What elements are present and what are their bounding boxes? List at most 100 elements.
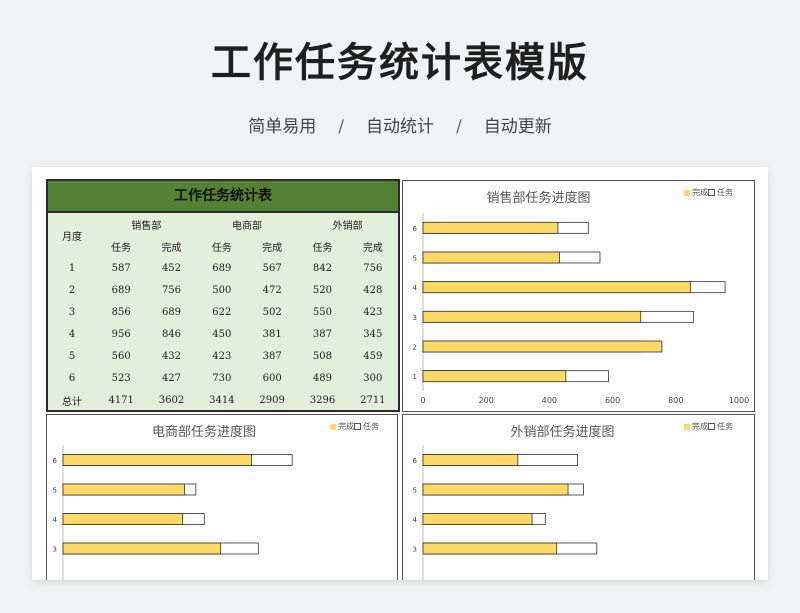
bar-done xyxy=(62,483,185,496)
category-label: 4 xyxy=(53,516,58,524)
value-cell: 756 xyxy=(161,284,182,296)
x-tick-label: 0 xyxy=(420,396,425,405)
chart-export: 外销部任务进度图 完成 任务 6543 xyxy=(402,414,755,580)
subtitle-separator: / xyxy=(338,117,344,137)
sub-header-done: 完成 xyxy=(262,242,283,254)
value-cell: 423 xyxy=(212,350,232,362)
value-cell: 956 xyxy=(111,328,131,340)
sub-header-task: 任务 xyxy=(211,242,232,254)
bar-done xyxy=(62,454,252,466)
task-table-grid: 月度 销售部 电商部 外销部 任务 完成 任务 完成 任务 完成 1 587 452… xyxy=(48,213,398,411)
table-row: 4 956 846 450 381 387 345 xyxy=(48,323,398,345)
task-table: 工作任务统计表 月度 销售部 电商部 外销部 任务 完成 任务 完成 任务 完成… xyxy=(46,179,400,412)
bar-done xyxy=(422,221,559,234)
value-cell: 523 xyxy=(111,372,131,384)
bar-done xyxy=(422,310,642,323)
value-cell: 856 xyxy=(111,306,131,318)
category-label: 6 xyxy=(53,457,58,465)
sub-header-task: 任务 xyxy=(111,242,132,254)
bar-done xyxy=(422,454,519,466)
value-cell: 689 xyxy=(161,306,182,318)
total-cell: 3414 xyxy=(209,394,235,406)
month-header: 月度 xyxy=(62,231,82,243)
category-label: 2 xyxy=(413,344,417,352)
sub-header-done: 完成 xyxy=(161,242,182,254)
bar-done xyxy=(422,370,567,383)
category-label: 1 xyxy=(413,373,417,381)
month-cell: 3 xyxy=(68,306,76,318)
x-tick-label: 600 xyxy=(605,396,620,405)
category-label: 5 xyxy=(413,487,417,495)
value-cell: 689 xyxy=(212,262,232,274)
chart-sales: 销售部任务进度图 完成 任务 6 5 4 3 2 1 0 200 400 600 800 1000 xyxy=(402,180,755,412)
value-cell: 452 xyxy=(161,262,182,274)
total-cell: 3602 xyxy=(158,394,185,406)
x-tick-label: 200 xyxy=(479,396,494,405)
page-title: 工作任务统计表模版 xyxy=(211,40,589,86)
subtitle-item: 自动更新 xyxy=(483,117,552,137)
value-cell: 450 xyxy=(212,328,232,340)
total-label: 总计 xyxy=(62,396,82,408)
value-cell: 560 xyxy=(111,350,131,362)
spreadsheet-area: 工作任务统计表 月度 销售部 电商部 外销部 任务 完成 任务 完成 任务 完成… xyxy=(32,167,768,580)
dept-header-ecommerce: 电商部 xyxy=(231,220,262,232)
dept-header-sales: 销售部 xyxy=(131,220,162,232)
table-row: 2 689 756 500 472 520 428 xyxy=(48,279,398,301)
bar-done xyxy=(422,251,560,264)
total-cell: 3296 xyxy=(309,394,336,406)
dept-header-export: 外销部 xyxy=(332,220,363,232)
value-cell: 459 xyxy=(363,350,383,362)
value-cell: 567 xyxy=(262,262,282,274)
month-cell: 2 xyxy=(68,284,76,296)
table-row: 6 523 427 730 600 489 300 xyxy=(48,367,398,389)
total-cell: 4171 xyxy=(108,394,134,406)
month-cell: 5 xyxy=(68,350,76,362)
table-row: 3 856 689 622 502 550 423 xyxy=(48,301,398,323)
chart-sales-plot: 6 5 4 3 2 1 0 200 400 600 800 1000 xyxy=(413,213,749,405)
category-label: 6 xyxy=(413,225,418,233)
table-row: 5 560 432 423 387 508 459 xyxy=(48,345,398,367)
category-label: 3 xyxy=(413,546,417,554)
value-cell: 423 xyxy=(363,306,383,318)
value-cell: 520 xyxy=(312,284,333,296)
bar-done xyxy=(422,340,663,353)
value-cell: 502 xyxy=(262,306,282,318)
value-cell: 489 xyxy=(312,372,333,384)
bar-done xyxy=(422,513,533,525)
sub-header-done: 完成 xyxy=(362,242,383,254)
value-cell: 472 xyxy=(262,284,282,296)
value-cell: 842 xyxy=(312,262,333,274)
subtitle-separator: / xyxy=(456,117,462,137)
value-cell: 387 xyxy=(262,350,282,362)
x-tick-label: 800 xyxy=(668,396,683,405)
category-label: 3 xyxy=(413,314,417,322)
value-cell: 427 xyxy=(161,372,182,384)
page-subtitle: 简单易用 / 自动统计 / 自动更新 xyxy=(0,112,800,137)
value-cell: 381 xyxy=(262,328,282,340)
month-cell: 1 xyxy=(68,262,76,274)
category-label: 5 xyxy=(413,255,417,263)
value-cell: 730 xyxy=(212,372,232,384)
bar-done xyxy=(62,513,184,525)
value-cell: 600 xyxy=(262,372,282,384)
value-cell: 432 xyxy=(161,350,182,362)
subtitle-item: 简单易用 xyxy=(248,117,317,137)
subtitle-item: 自动统计 xyxy=(366,117,434,137)
value-cell: 428 xyxy=(363,284,383,296)
value-cell: 689 xyxy=(111,284,131,296)
value-cell: 756 xyxy=(363,262,383,274)
month-cell: 6 xyxy=(68,372,76,384)
value-cell: 300 xyxy=(363,372,383,384)
category-label: 4 xyxy=(413,284,418,292)
chart-export-plot: 6 5 4 3 xyxy=(413,445,598,580)
total-cell: 2909 xyxy=(259,394,285,406)
x-tick-label: 1000 xyxy=(729,396,749,405)
category-label: 5 xyxy=(53,487,57,495)
value-cell: 587 xyxy=(111,262,131,274)
value-cell: 508 xyxy=(312,350,333,362)
bar-done xyxy=(422,483,569,496)
table-row: 1 587 452 689 567 842 756 xyxy=(48,257,398,279)
table-title: 工作任务统计表 xyxy=(48,181,398,213)
value-cell: 550 xyxy=(312,306,333,318)
total-row: 总计 4171 3602 3414 2909 3296 2711 xyxy=(48,389,398,411)
